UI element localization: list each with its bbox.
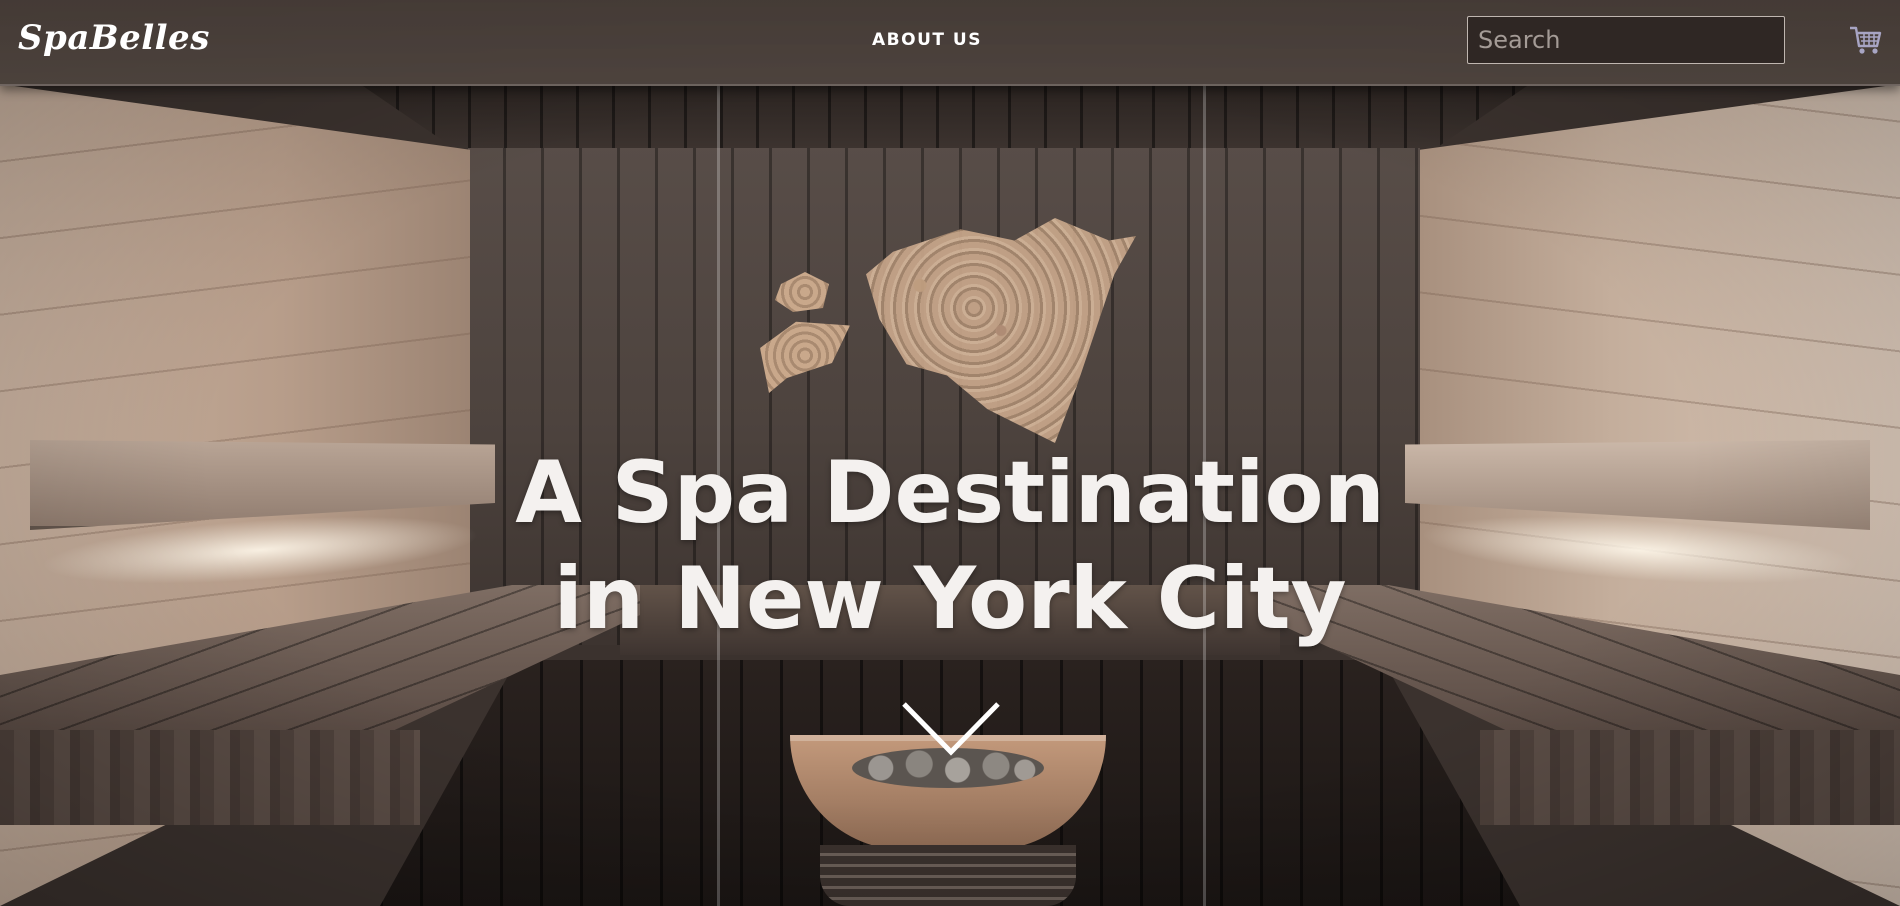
hero-headline-line-1: A Spa Destination [515,443,1385,543]
search-input[interactable] [1467,16,1785,64]
sauna-heater-base [820,845,1076,906]
shopping-cart-icon[interactable] [1848,22,1884,58]
bench-front-right [1480,730,1900,825]
site-logo[interactable]: SpaBelles [18,18,210,58]
chevron-down-icon[interactable] [900,700,1002,760]
sauna-ceiling [360,84,1530,148]
top-navigation-bar: SpaBelles ABOUT US [0,0,1900,86]
nav-link-about-us[interactable]: ABOUT US [872,30,982,50]
hero-headline-line-2: in New York City [553,549,1347,649]
bench-front-left [0,730,420,825]
hero-headline: A Spa Destination in New York City [0,440,1900,652]
